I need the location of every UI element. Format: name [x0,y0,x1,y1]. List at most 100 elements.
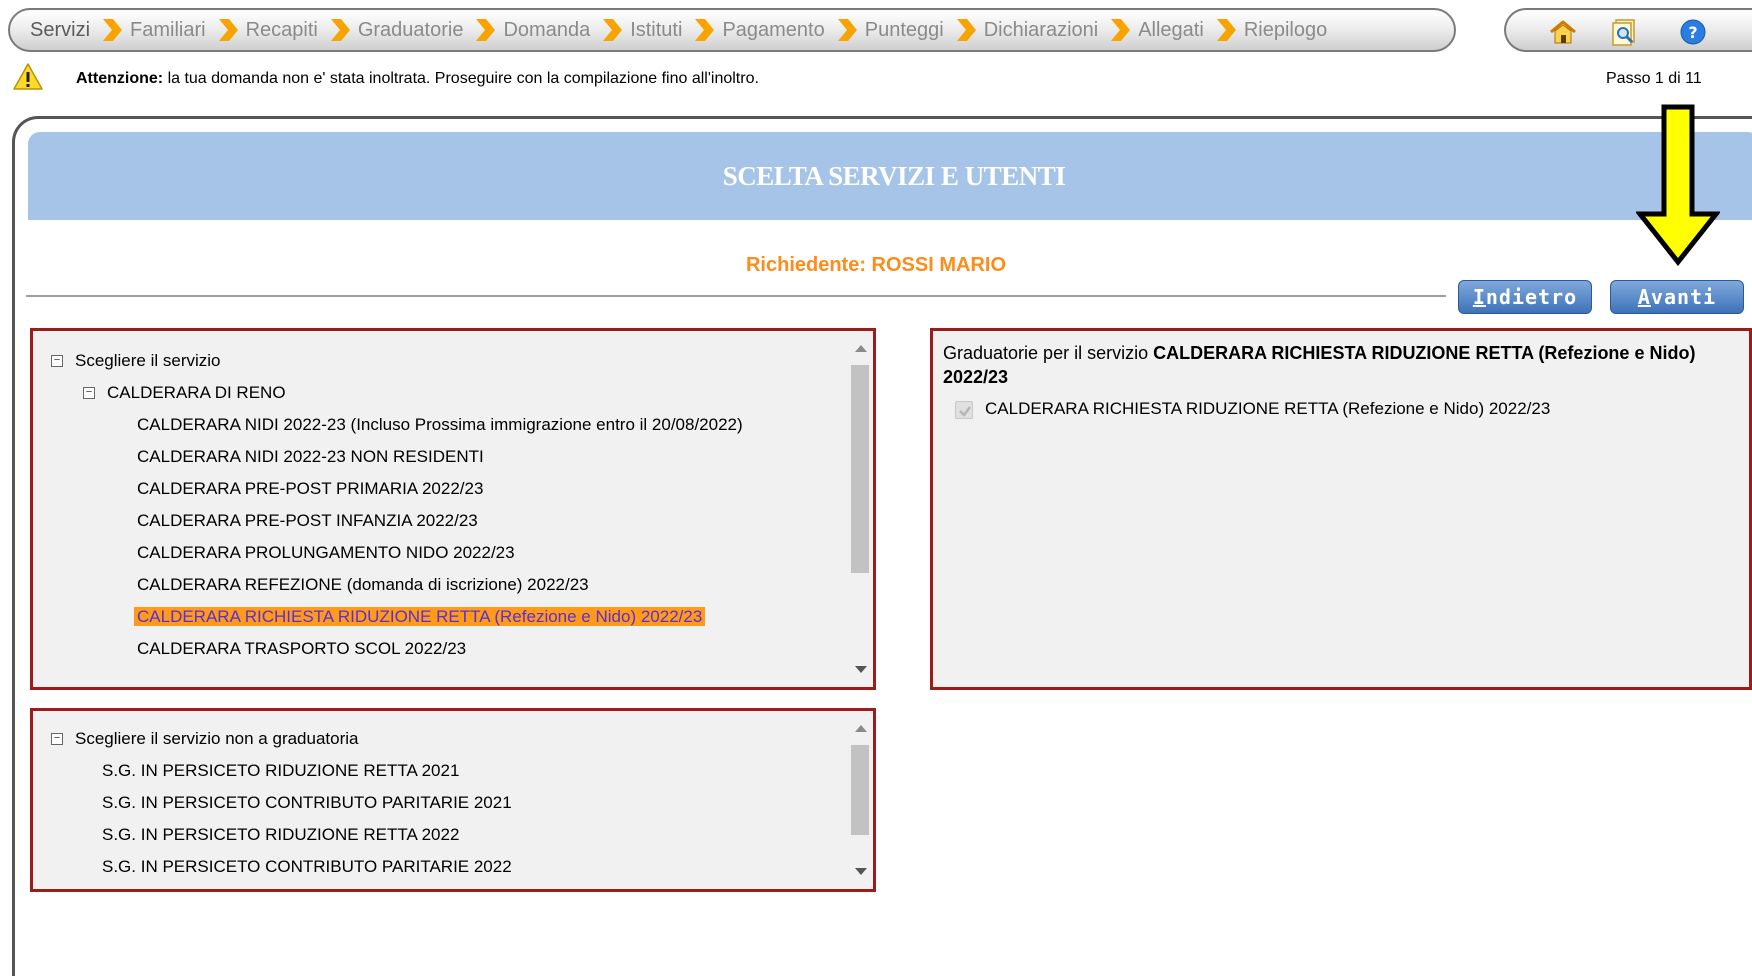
tree-root-label: Scegliere il servizio non a graduatoria [75,729,359,748]
nongrad-item-label: S.G. IN PERSICETO RIDUZIONE RETTA 2022 [102,825,460,844]
wizard-step-label: Punteggi [864,18,944,41]
wizard-step-dichiarazioni[interactable]: Dichiarazioni [984,17,1139,43]
nongrad-item-label: S.G. IN PERSICETO CONTRIBUTO PARITARIE 2… [102,857,512,876]
wizard-step-bar: Servizi Familiari Recapiti Graduatorie D… [8,8,1456,52]
chevron-right-icon [1216,19,1236,41]
chevron-right-icon [956,19,976,41]
chevron-right-icon [603,19,623,41]
wizard-step-label: Servizi [30,18,91,41]
nongrad-item[interactable]: S.G. IN PERSICETO RIDUZIONE RETTA 2022 [99,821,462,849]
wizard-step-label: Dichiarazioni [983,18,1099,41]
scroll-down-icon[interactable] [855,868,867,875]
wizard-step-label: Pagamento [722,18,825,41]
access-key: I [1472,285,1486,309]
services-tree: − Scegliere il servizio − CALDERARA DI R… [33,331,843,687]
service-item[interactable]: CALDERARA NIDI 2022-23 (Incluso Prossima… [134,411,746,439]
tree-group-label: CALDERARA DI RENO [107,383,286,402]
tree-group-calderara[interactable]: − CALDERARA DI RENO [83,379,286,407]
wizard-step-familiari[interactable]: Familiari [130,17,246,43]
service-item-label: CALDERARA PRE-POST INFANZIA 2022/23 [137,511,478,530]
service-item[interactable]: CALDERARA PRE-POST PRIMARIA 2022/23 [134,475,486,503]
warning-title: Attenzione: [76,70,164,87]
wizard-step-istituti[interactable]: Istituti [630,17,722,43]
service-item-label: CALDERARA TRASPORTO SCOL 2022/23 [137,639,467,658]
rankings-heading: Graduatorie per il servizio CALDERARA RI… [943,341,1743,389]
collapse-icon[interactable]: − [51,355,63,367]
next-button[interactable]: Avanti [1610,280,1744,314]
nav-icon-bar: ? [1504,8,1752,52]
chevron-right-icon [1111,19,1131,41]
chevron-right-icon [837,19,857,41]
rankings-panel: Graduatorie per il servizio CALDERARA RI… [930,328,1752,690]
wizard-step-label: Allegati [1138,18,1204,41]
service-item-label: CALDERARA PRE-POST PRIMARIA 2022/23 [137,479,484,498]
wizard-step-riepilogo[interactable]: Riepilogo [1244,19,1327,42]
tree-root-nongrad[interactable]: − Scegliere il servizio non a graduatori… [51,725,359,753]
nongrad-item[interactable]: S.G. IN PERSICETO RIDUZIONE RETTA 2021 [99,757,462,785]
arrow-down-icon [1636,104,1720,266]
step-counter: Passo 1 di 11 [1606,70,1702,87]
chevron-right-icon [103,19,123,41]
collapse-icon[interactable]: − [51,733,63,745]
scrollbar-thumb[interactable] [851,365,869,573]
nongrad-tree: − Scegliere il servizio non a graduatori… [33,711,843,889]
service-item-label: CALDERARA REFEZIONE (domanda di iscrizio… [137,575,589,594]
service-item[interactable]: CALDERARA REFEZIONE (domanda di iscrizio… [134,571,592,599]
help-icon[interactable]: ? [1678,18,1708,46]
warning-text: la tua domanda non e' stata inoltrata. P… [167,70,759,87]
service-item-label: CALDERARA RICHIESTA RIDUZIONE RETTA (Ref… [134,607,706,626]
chevron-right-icon [695,19,715,41]
wizard-step-label: Riepilogo [1243,18,1328,41]
service-item-label: CALDERARA NIDI 2022-23 NON RESIDENTI [137,447,484,466]
wizard-step-label: Recapiti [245,18,318,41]
access-key: A [1637,285,1651,309]
wizard-step-punteggi[interactable]: Punteggi [865,17,984,43]
wizard-step-label: Domanda [503,18,591,41]
page-title: SCELTA SERVIZI E UTENTI [722,160,1066,191]
svg-text:?: ? [1688,23,1697,42]
nongrad-services-panel: − Scegliere il servizio non a graduatori… [30,708,876,892]
wizard-step-pagamento[interactable]: Pagamento [722,17,864,43]
chevron-right-icon [330,19,350,41]
chevron-right-icon [218,19,238,41]
divider [26,295,1446,297]
warning-icon [13,63,43,90]
service-item-selected[interactable]: CALDERARA RICHIESTA RIDUZIONE RETTA (Ref… [134,603,706,631]
scroll-up-icon[interactable] [855,345,867,352]
ranking-label: CALDERARA RICHIESTA RIDUZIONE RETTA (Ref… [985,399,1551,418]
warning-message: Attenzione: la tua domanda non e' stata … [76,70,759,88]
scrollbar-thumb[interactable] [851,745,869,835]
services-scrollbar[interactable] [847,331,873,687]
wizard-step-servizi[interactable]: Servizi [30,17,130,43]
service-item[interactable]: CALDERARA TRASPORTO SCOL 2022/23 [134,635,469,663]
scroll-down-icon[interactable] [855,666,867,673]
nongrad-item[interactable]: S.G. IN PERSICETO CONTRIBUTO PARITARIE 2… [99,789,515,817]
scroll-up-icon[interactable] [855,725,867,732]
service-item-label: CALDERARA PROLUNGAMENTO NIDO 2022/23 [137,543,515,562]
tree-root-services[interactable]: − Scegliere il servizio [51,347,221,375]
back-button[interactable]: Indietro [1458,280,1592,314]
wizard-step-domanda[interactable]: Domanda [503,17,630,43]
home-icon[interactable] [1548,18,1578,46]
rankings-heading-prefix: Graduatorie per il servizio [943,343,1149,363]
service-item[interactable]: CALDERARA NIDI 2022-23 NON RESIDENTI [134,443,487,471]
wizard-step-label: Familiari [130,18,206,41]
ranking-checkbox[interactable] [955,401,973,419]
page-title-band: SCELTA SERVIZI E UTENTI [28,132,1752,220]
checkmark-icon [959,406,971,417]
applicant-name: Richiedente: ROSSI MARIO [745,254,1007,276]
wizard-step-allegati[interactable]: Allegati [1138,17,1244,43]
nongrad-scrollbar[interactable] [847,711,873,889]
service-item-label: CALDERARA NIDI 2022-23 (Incluso Prossima… [137,415,743,434]
wizard-step-label: Istituti [630,18,683,41]
collapse-icon[interactable]: − [83,387,95,399]
chevron-right-icon [476,19,496,41]
service-item[interactable]: CALDERARA PRE-POST INFANZIA 2022/23 [134,507,481,535]
nongrad-item-label: S.G. IN PERSICETO CONTRIBUTO PARITARIE 2… [102,793,512,812]
nongrad-item[interactable]: S.G. IN PERSICETO CONTRIBUTO PARITARIE 2… [99,853,515,881]
service-item[interactable]: CALDERARA PROLUNGAMENTO NIDO 2022/23 [134,539,518,567]
search-document-icon[interactable] [1610,18,1640,46]
wizard-step-label: Graduatorie [357,18,464,41]
wizard-step-recapiti[interactable]: Recapiti [246,17,358,43]
wizard-step-graduatorie[interactable]: Graduatorie [358,17,504,43]
